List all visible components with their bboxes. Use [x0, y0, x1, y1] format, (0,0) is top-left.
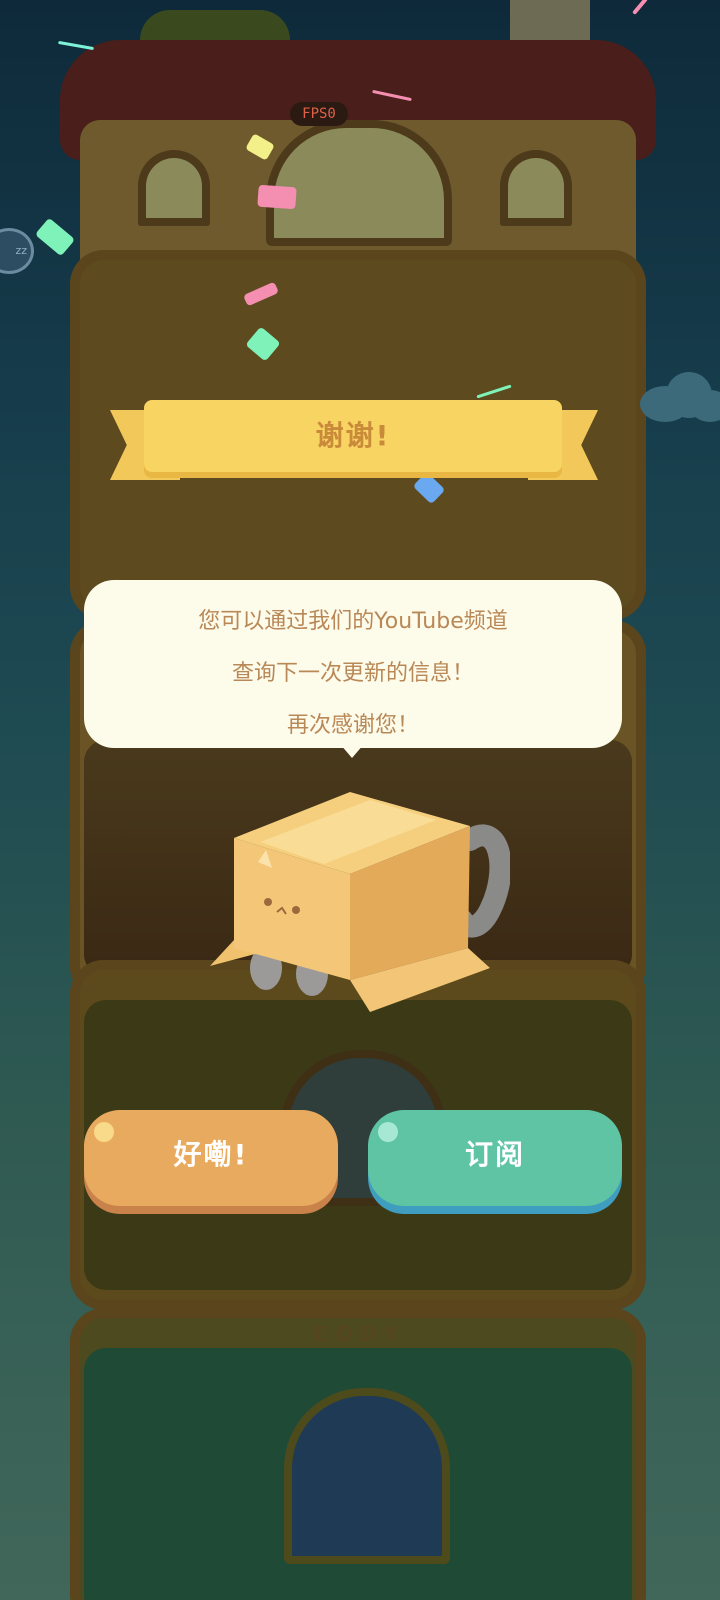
cat-eye: [292, 906, 300, 914]
cloud: [640, 372, 720, 422]
eddy-room-window: [284, 1388, 450, 1564]
attic-window-right: [500, 150, 572, 226]
sleep-badge[interactable]: zz: [0, 228, 34, 274]
attic-window-left: [138, 150, 210, 226]
message-line: 查询下一次更新的信息！: [231, 661, 474, 686]
floor-sign: EDDY: [314, 1322, 406, 1346]
thanks-banner: 谢谢!: [144, 400, 562, 472]
fps-counter: FPS0: [290, 102, 348, 126]
game-stage: EDDY FPS0 zz 谢谢! 您可以通过我们的YouTube频道 查询下一次…: [0, 0, 720, 1600]
cat-eye: [264, 898, 272, 906]
eddy-room: [84, 1348, 632, 1600]
eddy-floor: [70, 1308, 646, 1600]
box-cat-character: [210, 792, 510, 1012]
button-shine: [378, 1122, 398, 1142]
subscribe-button-label: 订阅: [464, 1138, 525, 1171]
speech-bubble: 您可以通过我们的YouTube频道 查询下一次更新的信息！ 再次感谢您！: [84, 580, 622, 748]
message-line: 您可以通过我们的YouTube频道: [198, 609, 508, 634]
ok-button[interactable]: 好嘞!: [84, 1110, 338, 1206]
subscribe-button[interactable]: 订阅: [368, 1110, 622, 1206]
attic-window-center: [266, 120, 452, 246]
confetti-piece: [632, 0, 648, 15]
speech-bubble-tail: [340, 744, 364, 758]
button-shine: [94, 1122, 114, 1142]
confetti-piece: [257, 184, 297, 210]
ok-button-label: 好嘞!: [173, 1138, 249, 1171]
